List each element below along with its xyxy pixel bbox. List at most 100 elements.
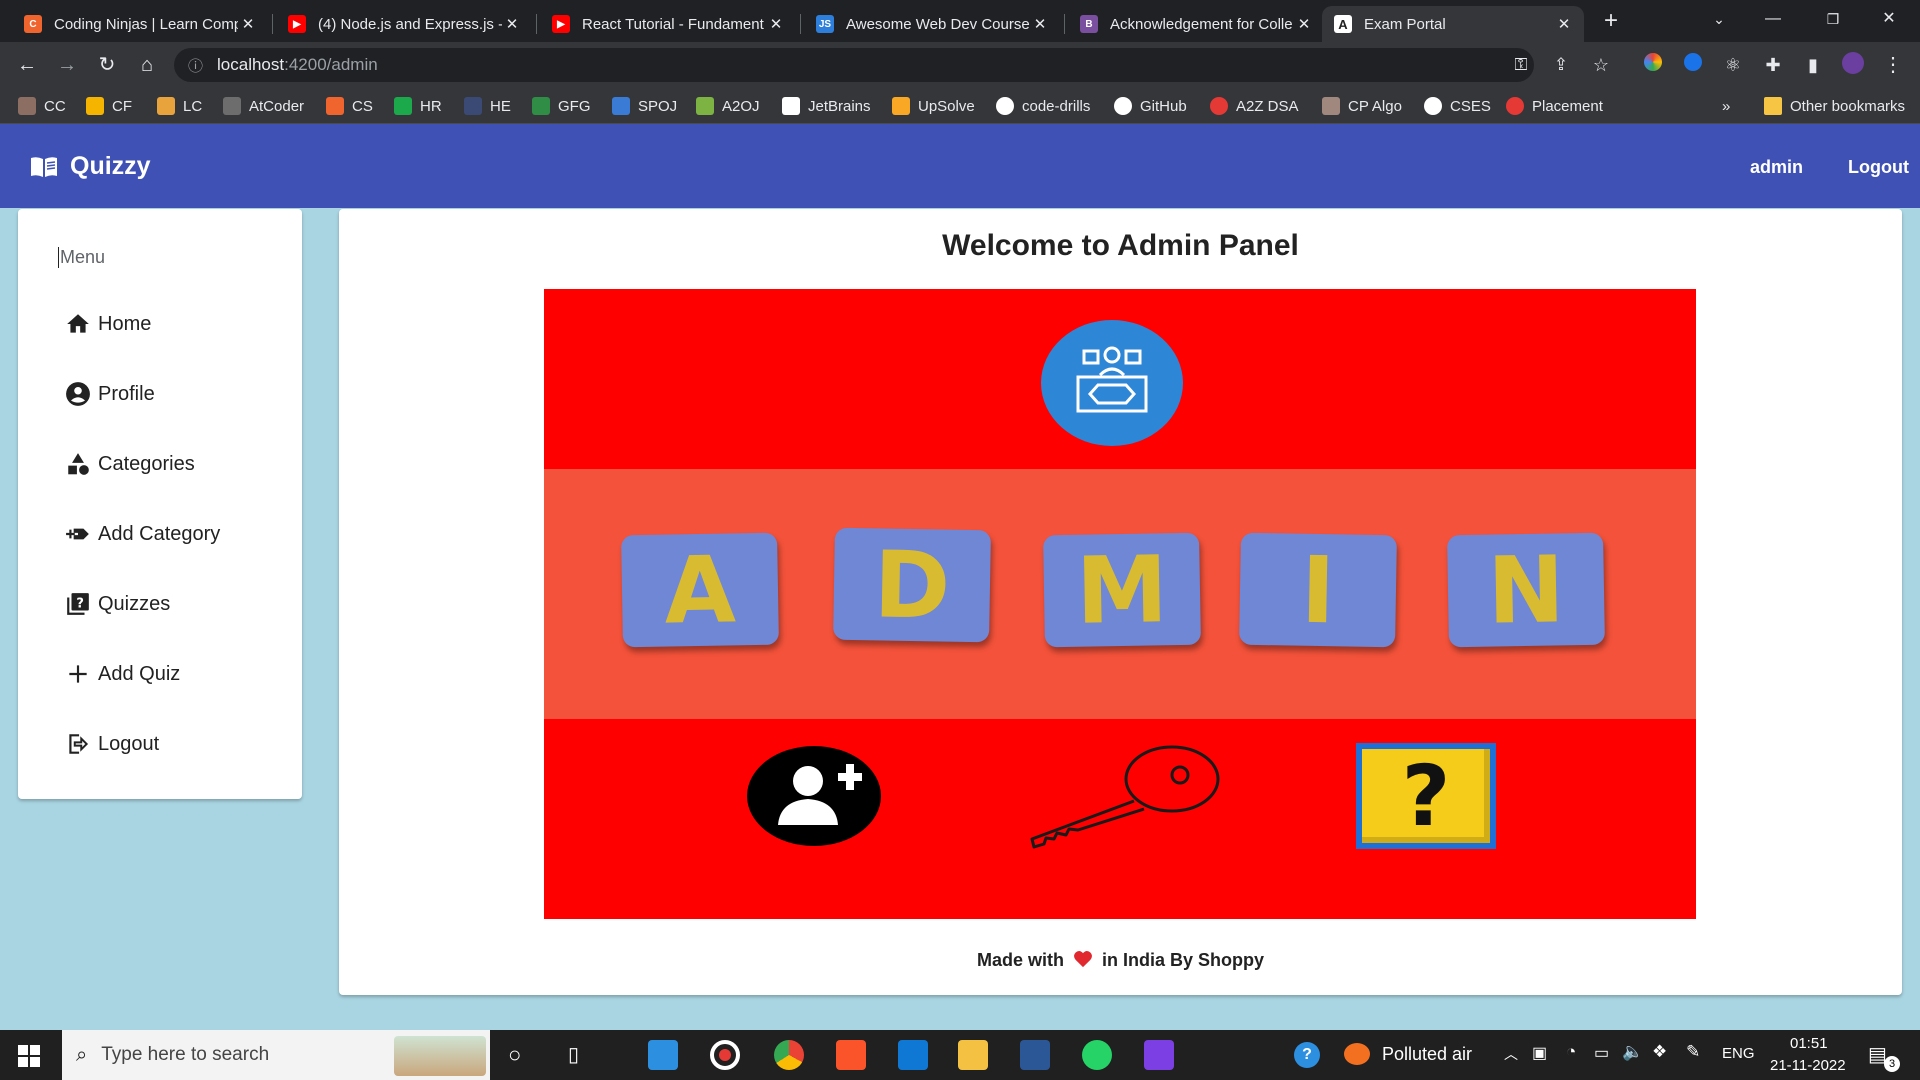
bookmark-item[interactable]: CS: [326, 95, 373, 117]
whatsapp-icon[interactable]: [1082, 1040, 1112, 1070]
bookmark-item[interactable]: UpSolve: [892, 95, 975, 117]
bookmark-item[interactable]: LC: [157, 95, 202, 117]
sidebar-item-home[interactable]: Home: [64, 309, 151, 339]
close-icon[interactable]: ✕: [238, 15, 258, 33]
file-explorer-icon[interactable]: [958, 1040, 988, 1070]
avatar[interactable]: [1840, 52, 1866, 78]
sidebar-item-add-category[interactable]: Add Category: [64, 519, 220, 549]
help-icon[interactable]: ?: [1294, 1042, 1320, 1068]
bookmarks-bar: CC CF LC AtCoder CS HR HE GFG SPOJ A2OJ …: [0, 88, 1920, 124]
back-icon[interactable]: ←: [14, 52, 40, 78]
word-icon[interactable]: [1020, 1040, 1050, 1070]
add-icon: [64, 660, 92, 688]
side-panel-icon[interactable]: ▮: [1800, 52, 1826, 78]
page-footer: Made with in India By Shoppy: [339, 950, 1902, 971]
nav-logout-link[interactable]: Logout: [1848, 157, 1909, 178]
bookmark-item[interactable]: A2OJ: [696, 95, 760, 117]
tray-app-icon[interactable]: ▣: [1532, 1043, 1547, 1063]
react-devtools-icon[interactable]: ⚛: [1720, 52, 1746, 78]
battery-icon[interactable]: ▭: [1594, 1043, 1609, 1063]
close-icon[interactable]: ✕: [766, 15, 786, 33]
youtube-icon: ▶: [552, 15, 570, 33]
sidebar-item-profile[interactable]: Profile: [64, 379, 155, 409]
bookmark-star-icon[interactable]: ☆: [1588, 52, 1614, 78]
bookmark-item[interactable]: JetBrains: [782, 95, 871, 117]
brave-icon[interactable]: [836, 1040, 866, 1070]
reload-icon[interactable]: ↻: [94, 52, 120, 78]
browser-tab[interactable]: ▶ (4) Node.js and Express.js - ✕: [276, 6, 532, 42]
bookmark-item[interactable]: CC: [18, 95, 66, 117]
bookmark-item[interactable]: CSES: [1424, 95, 1491, 117]
chevron-up-icon[interactable]: ︿: [1504, 1044, 1518, 1064]
key-icon[interactable]: ⚿: [1508, 52, 1534, 78]
chrome-icon[interactable]: [774, 1040, 804, 1070]
sidebar-item-logout[interactable]: Logout: [64, 729, 159, 759]
extension-play-icon[interactable]: [1680, 52, 1706, 78]
extensions-puzzle-icon[interactable]: ✚: [1760, 52, 1786, 78]
store-icon[interactable]: [898, 1040, 928, 1070]
window-close-icon[interactable]: ✕: [1876, 6, 1902, 32]
close-icon[interactable]: ✕: [1030, 15, 1050, 33]
browser-tab[interactable]: C Coding Ninjas | Learn Comp ✕: [12, 6, 268, 42]
bookmark-item[interactable]: GitHub: [1114, 95, 1187, 117]
vscode-icon[interactable]: [648, 1040, 678, 1070]
home-icon[interactable]: ⌂: [134, 52, 160, 78]
close-icon[interactable]: ✕: [1554, 15, 1574, 33]
extension-colorful-icon[interactable]: [1640, 52, 1666, 78]
weather-text[interactable]: Polluted air: [1382, 1044, 1472, 1065]
bookmark-item[interactable]: code-drills: [996, 95, 1090, 117]
close-icon[interactable]: ✕: [502, 15, 522, 33]
browser-menu-icon[interactable]: ⋮: [1880, 52, 1906, 78]
taskbar-search-box[interactable]: ⌕ Type here to search: [62, 1030, 490, 1080]
bookmark-item[interactable]: Placement: [1506, 95, 1603, 117]
record-icon[interactable]: [710, 1040, 740, 1070]
language-indicator[interactable]: ENG: [1722, 1045, 1755, 1062]
forward-icon[interactable]: →: [54, 52, 80, 78]
b-icon: B: [1080, 15, 1098, 33]
task-view-icon[interactable]: ▯: [568, 1042, 579, 1067]
bookmark-item[interactable]: GFG: [532, 95, 591, 117]
bookmark-item[interactable]: CF: [86, 95, 132, 117]
sidebar-item-label: Add Quiz: [98, 662, 181, 685]
more-bookmarks-button[interactable]: »: [1722, 95, 1730, 117]
address-host: localhost: [217, 55, 285, 74]
add-category-icon: [64, 520, 92, 548]
bookmark-item[interactable]: CP Algo: [1322, 95, 1402, 117]
bookmark-item[interactable]: HR: [394, 95, 442, 117]
bookmark-item[interactable]: HE: [464, 95, 511, 117]
pen-icon[interactable]: ✎: [1686, 1042, 1700, 1062]
clock-date[interactable]: 21-11-2022: [1770, 1057, 1846, 1074]
share-icon[interactable]: ⇪: [1548, 52, 1574, 78]
clock-time[interactable]: 01:51: [1790, 1035, 1828, 1052]
browser-tab[interactable]: ▶ React Tutorial - Fundament ✕: [540, 6, 796, 42]
tab-search-icon[interactable]: ⌄: [1706, 6, 1732, 32]
browser-tab[interactable]: B Acknowledgement for Colle ✕: [1068, 6, 1324, 42]
sidebar-item-add-quiz[interactable]: Add Quiz: [64, 659, 180, 689]
dropbox-icon[interactable]: ❖: [1652, 1042, 1667, 1062]
minimize-icon[interactable]: —: [1760, 6, 1786, 32]
nav-user-link[interactable]: admin: [1750, 157, 1803, 178]
air-quality-icon[interactable]: [1344, 1043, 1370, 1065]
windows-start-icon[interactable]: [18, 1045, 40, 1067]
close-icon[interactable]: ✕: [1294, 15, 1314, 33]
address-bar[interactable]: ⓘ localhost:4200/admin: [174, 48, 1534, 82]
bookmark-label: CC: [44, 97, 66, 115]
sidebar-item-categories[interactable]: Categories: [64, 449, 195, 479]
restore-icon[interactable]: ❐: [1820, 6, 1846, 32]
browser-tab-active[interactable]: A Exam Portal ✕: [1322, 6, 1584, 42]
cortana-icon[interactable]: ○: [508, 1042, 521, 1068]
intellij-icon[interactable]: [1144, 1040, 1174, 1070]
site-info-icon[interactable]: ⓘ: [188, 55, 203, 76]
brand[interactable]: Quizzy: [30, 152, 151, 181]
bookmark-item[interactable]: AtCoder: [223, 95, 304, 117]
app-navbar: Quizzy admin Logout: [0, 124, 1920, 208]
browser-tab[interactable]: JS Awesome Web Dev Courses ✕: [804, 6, 1060, 42]
new-tab-icon[interactable]: +: [1598, 8, 1624, 34]
sidebar-item-quizzes[interactable]: ? Quizzes: [64, 589, 170, 619]
bookmark-favicon-icon: [892, 97, 910, 115]
wifi-icon[interactable]: ◔: [1566, 1042, 1576, 1062]
other-bookmarks-folder[interactable]: Other bookmarks: [1764, 95, 1905, 117]
bookmark-item[interactable]: A2Z DSA: [1210, 95, 1299, 117]
bookmark-item[interactable]: SPOJ: [612, 95, 677, 117]
volume-icon[interactable]: 🔈: [1622, 1042, 1643, 1062]
